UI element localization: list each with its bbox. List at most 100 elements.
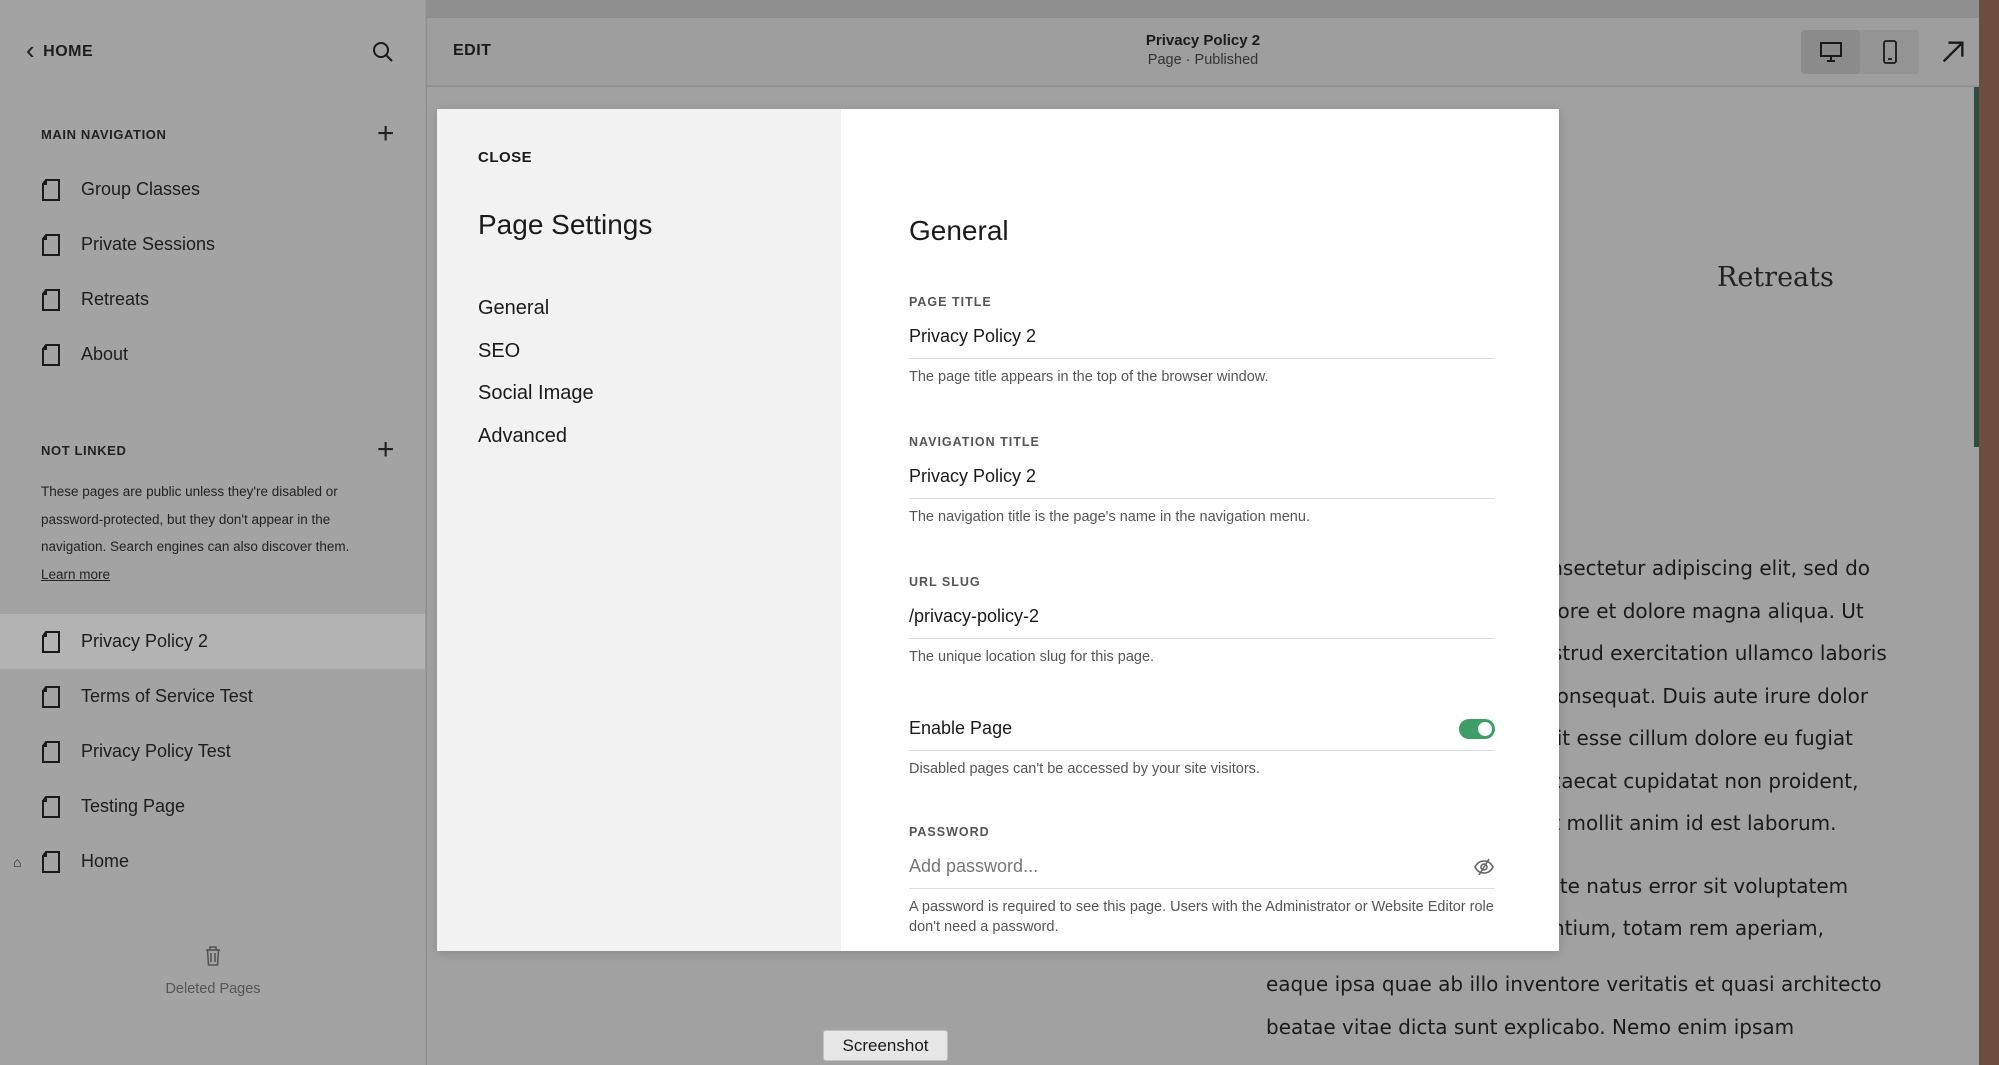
password-input[interactable]: Add password...: [909, 853, 1495, 889]
url-slug-value: /privacy-policy-2: [909, 606, 1040, 626]
add-page-plus-icon[interactable]: +: [377, 119, 395, 149]
sidebar-item-label: Testing Page: [81, 796, 186, 816]
page-title-help: The page title appears in the top of the…: [909, 369, 1269, 385]
open-external-icon[interactable]: [1939, 38, 1967, 66]
page-title-field: PAGE TITLE Privacy Policy 2 The page tit…: [909, 295, 1495, 387]
url-slug-field: URL SLUG /privacy-policy-2 The unique lo…: [909, 575, 1495, 667]
password-field: PASSWORD Add password... A password is r…: [909, 825, 1495, 937]
not-linked-description-text: These pages are public unless they're di…: [41, 484, 350, 554]
main-navigation-label: MAIN NAVIGATION: [41, 126, 167, 142]
preview-body-text: consectetur adipiscing elit, sed do labo…: [1527, 547, 1947, 950]
sidebar-item-group-classes[interactable]: Group Classes: [0, 162, 425, 217]
page-settings-nav: General SEO Social Image Advanced: [478, 287, 594, 457]
page-icon: [42, 795, 60, 818]
deleted-pages-button[interactable]: Deleted Pages: [0, 945, 426, 997]
navigation-title-help: The navigation title is the page's name …: [909, 509, 1310, 525]
preview-text-line: s iste natus error sit voluptatem: [1527, 873, 1849, 898]
mobile-icon: [1882, 40, 1897, 64]
sidebar-item-retreats[interactable]: Retreats: [0, 272, 425, 327]
tab-social-image[interactable]: Social Image: [478, 372, 594, 415]
enable-page-help: Disabled pages can't be accessed by your…: [909, 761, 1260, 777]
chevron-left-icon: ‹: [26, 35, 36, 65]
password-help: A password is required to see this page.…: [909, 899, 1494, 935]
sidebar-item-home[interactable]: ⌂ Home: [0, 834, 425, 889]
tab-seo[interactable]: SEO: [478, 330, 594, 373]
preview-text-line: labore et dolore magna aliqua. Ut: [1527, 598, 1864, 623]
not-linked-description: These pages are public unless they're di…: [41, 478, 381, 588]
desktop-view-button[interactable]: [1801, 30, 1860, 74]
preview-text-line: eaque ipsa quae ab illo inventore verita…: [1266, 972, 1882, 996]
section-title: General: [909, 215, 1009, 246]
homepage-house-icon: ⌂: [13, 853, 22, 870]
sidebar-item-label: Privacy Policy 2: [81, 631, 209, 651]
page-title-value: Privacy Policy 2: [909, 326, 1037, 346]
navigation-title-label: NAVIGATION TITLE: [909, 435, 1040, 449]
preview-text-line: dantium, totam rem aperiam,: [1527, 916, 1824, 940]
password-label: PASSWORD: [909, 825, 990, 839]
preview-text-line: occaecat cupidatat non proident,: [1527, 768, 1859, 793]
page-title-input[interactable]: Privacy Policy 2: [909, 323, 1495, 359]
editor-topbar: EDIT Privacy Policy 2 Page · Published: [427, 18, 1979, 86]
page-settings-content: General PAGE TITLE Privacy Policy 2 The …: [841, 109, 1559, 951]
page-title-label: PAGE TITLE: [909, 295, 992, 309]
not-linked-list: Privacy Policy 2 Terms of Service Test P…: [0, 614, 425, 889]
page-settings-title: Page Settings: [478, 209, 653, 240]
preview-text-line: nostrud exercitation ullamco laboris: [1527, 641, 1887, 665]
preview-text-line: velit esse cillum dolore eu fugiat: [1527, 726, 1854, 750]
tab-general[interactable]: General: [478, 287, 594, 330]
page-icon: [42, 288, 60, 311]
sidebar-item-private-sessions[interactable]: Private Sessions: [0, 217, 425, 272]
page-icon: [42, 233, 60, 256]
preview-text-line: beatae vitae dicta sunt explicabo. Nemo …: [1266, 1014, 1795, 1039]
navigation-title-input[interactable]: Privacy Policy 2: [909, 463, 1495, 499]
enable-page-field: Enable Page Disabled pages can't be acce…: [909, 707, 1495, 779]
sidebar-item-label: About: [81, 344, 129, 364]
page-icon: [42, 343, 60, 366]
add-unlinked-page-plus-icon[interactable]: +: [377, 435, 395, 465]
sidebar-item-label: Group Classes: [81, 179, 201, 199]
navigation-title-value: Privacy Policy 2: [909, 466, 1037, 486]
page-title-header: Privacy Policy 2: [1145, 32, 1261, 49]
sidebar-item-privacy-policy-2[interactable]: Privacy Policy 2: [0, 614, 425, 669]
page-icon: [42, 630, 60, 653]
password-placeholder: Add password...: [909, 856, 1039, 876]
screenshot-button[interactable]: Screenshot: [823, 1030, 948, 1061]
sidebar-item-testing-page[interactable]: Testing Page: [0, 779, 425, 834]
enable-page-row: Enable Page: [909, 707, 1495, 751]
enable-page-label: Enable Page: [909, 718, 1013, 738]
trash-icon: [206, 946, 220, 966]
close-button[interactable]: CLOSE: [478, 149, 532, 166]
url-slug-input[interactable]: /privacy-policy-2: [909, 603, 1495, 639]
page-icon: [42, 850, 60, 873]
home-label: HOME: [43, 43, 94, 60]
page-status-header: Page · Published: [1147, 52, 1259, 68]
mobile-view-button[interactable]: [1860, 30, 1919, 74]
sidebar-item-privacy-policy-test[interactable]: Privacy Policy Test: [0, 724, 425, 779]
preview-text-line: consectetur adipiscing elit, sed do: [1527, 556, 1871, 580]
sidebar-item-label: Home: [81, 851, 130, 871]
main-navigation-header: MAIN NAVIGATION +: [41, 119, 395, 149]
window-right-edge: [1979, 0, 1999, 1065]
sidebar-item-about[interactable]: About: [0, 327, 425, 382]
search-icon[interactable]: [371, 40, 395, 64]
learn-more-link[interactable]: Learn more: [41, 561, 381, 589]
sidebar: ‹ HOME MAIN NAVIGATION + Group Classes P…: [0, 0, 426, 1065]
page-settings-modal: CLOSE Page Settings General SEO Social I…: [437, 109, 1559, 951]
eye-slash-icon[interactable]: [1473, 858, 1495, 876]
url-slug-label: URL SLUG: [909, 575, 981, 589]
enable-page-toggle[interactable]: [1459, 718, 1495, 739]
sidebar-item-label: Privacy Policy Test: [81, 741, 231, 761]
preview-text-line: unt mollit anim id est laborum.: [1527, 811, 1837, 835]
home-back-link[interactable]: ‹ HOME: [26, 37, 94, 63]
preview-text-line: o consequat. Duis aute irure dolor: [1527, 683, 1869, 708]
page-icon: [42, 740, 60, 763]
deleted-pages-label: Deleted Pages: [165, 981, 261, 997]
sidebar-header: ‹ HOME: [26, 37, 395, 64]
navigation-title-field: NAVIGATION TITLE Privacy Policy 2 The na…: [909, 435, 1495, 527]
not-linked-label: NOT LINKED: [41, 442, 127, 458]
sidebar-item-terms-of-service-test[interactable]: Terms of Service Test: [0, 669, 425, 724]
not-linked-header: NOT LINKED +: [41, 435, 395, 465]
preview-body-text-lower: eaque ipsa quae ab illo inventore verita…: [1266, 963, 1881, 1048]
tab-advanced[interactable]: Advanced: [478, 415, 594, 458]
device-view-toggle: [1801, 30, 1919, 74]
